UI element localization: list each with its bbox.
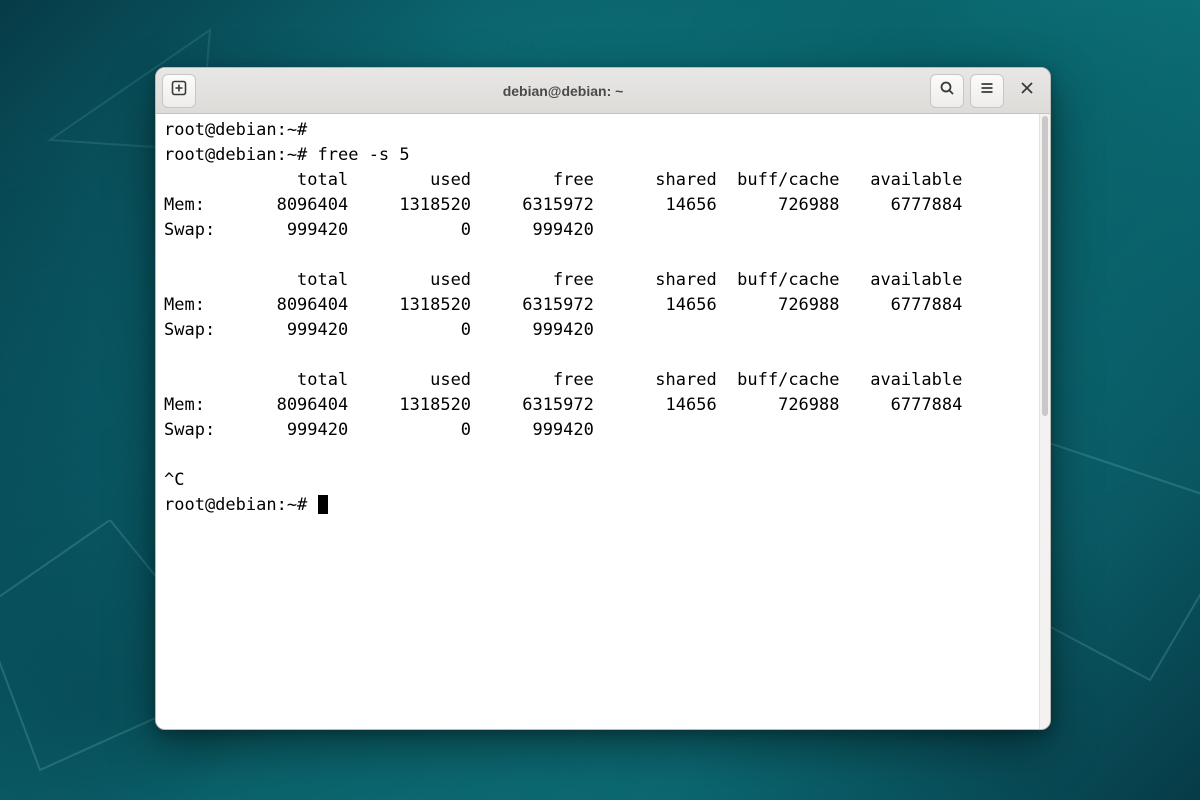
menu-button[interactable] (970, 74, 1004, 108)
new-tab-button[interactable] (162, 74, 196, 108)
scrollbar-thumb[interactable] (1042, 116, 1048, 416)
search-icon (939, 80, 955, 101)
terminal-window: debian@debian: ~ (155, 67, 1051, 730)
search-button[interactable] (930, 74, 964, 108)
close-icon (1020, 81, 1034, 100)
new-tab-icon (171, 80, 187, 101)
cursor (318, 495, 328, 514)
terminal-output[interactable]: root@debian:~# root@debian:~# free -s 5 … (156, 114, 1039, 729)
scrollbar[interactable] (1039, 114, 1050, 729)
close-button[interactable] (1010, 74, 1044, 108)
titlebar: debian@debian: ~ (156, 68, 1050, 114)
window-title: debian@debian: ~ (202, 83, 924, 99)
hamburger-menu-icon (979, 80, 995, 101)
